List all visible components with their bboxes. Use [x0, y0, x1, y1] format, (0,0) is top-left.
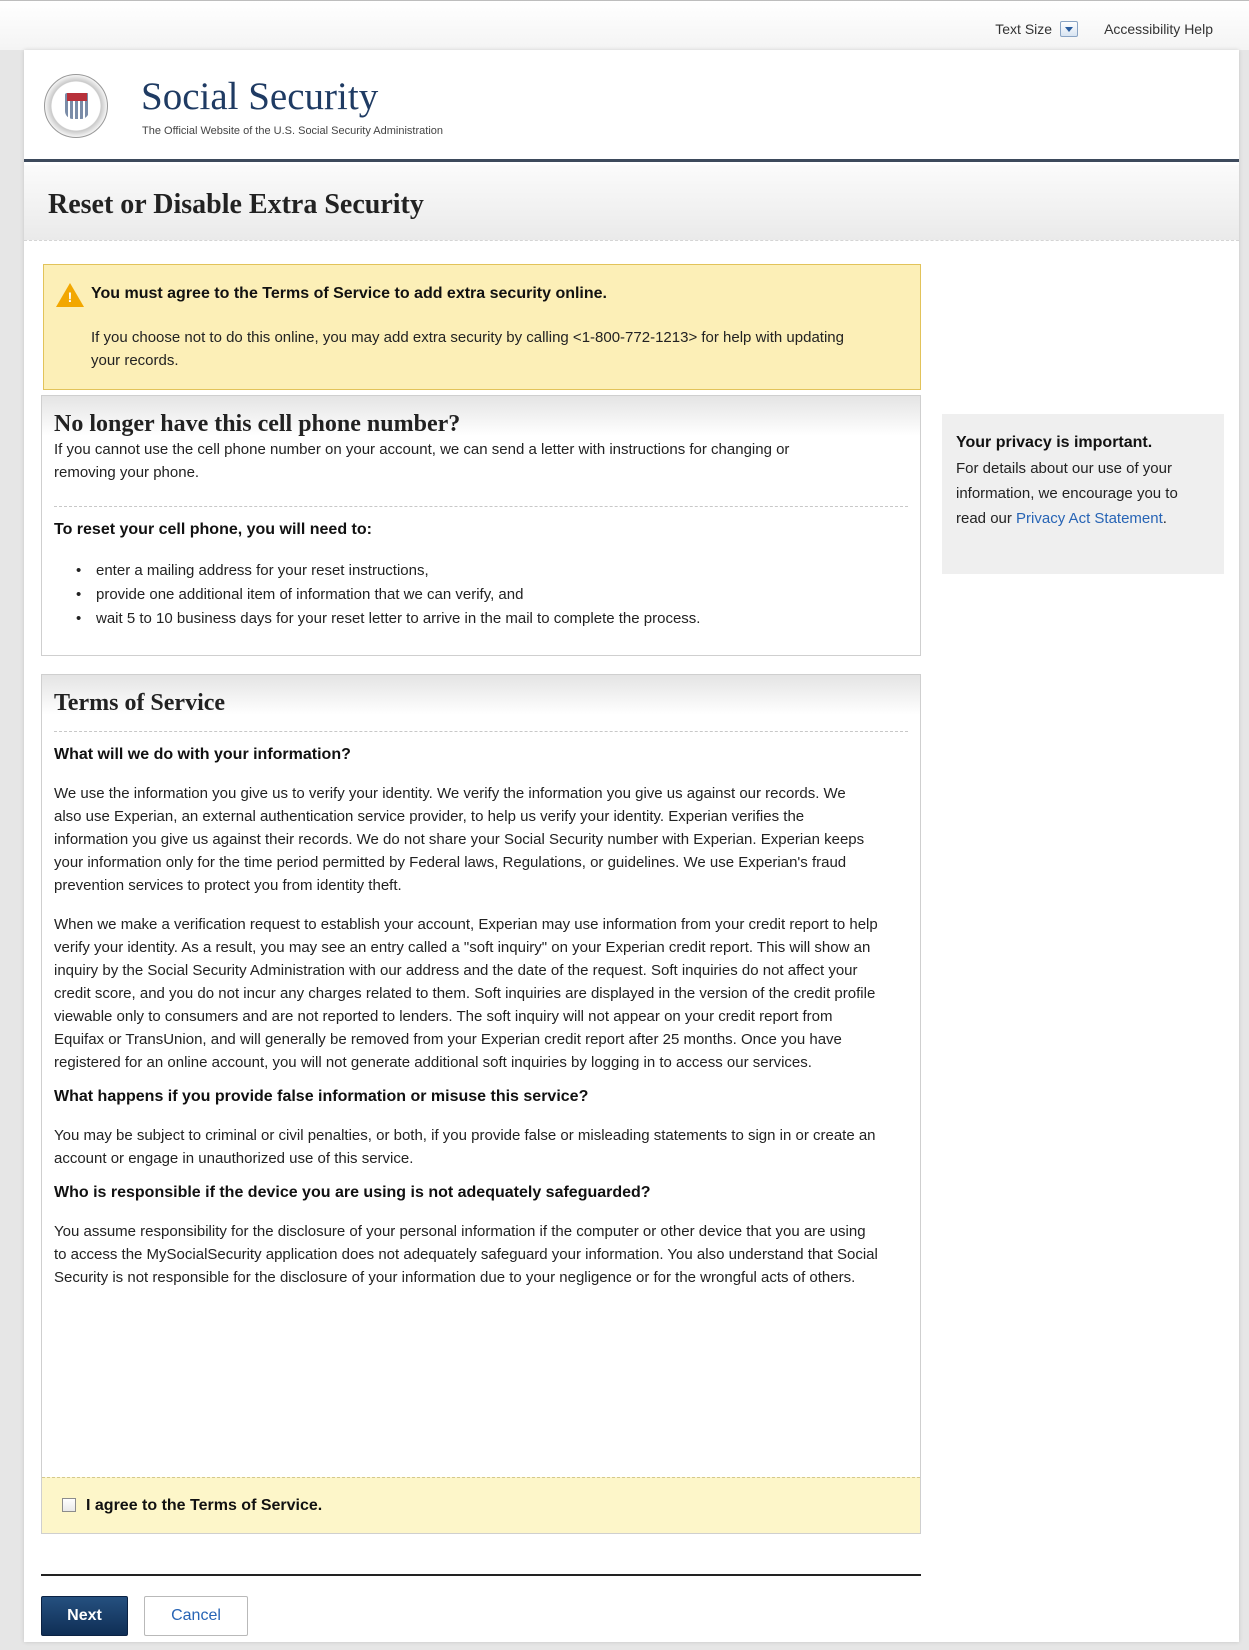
accessibility-help-link[interactable]: Accessibility Help [1104, 21, 1213, 37]
privacy-act-statement-link[interactable]: Privacy Act Statement [1016, 510, 1163, 527]
phone-reset-panel: No longer have this cell phone number? I… [41, 395, 921, 656]
phone-panel-intro: If you cannot use the cell phone number … [54, 441, 790, 481]
cancel-button[interactable]: Cancel [144, 1596, 248, 1636]
privacy-text: For details about our use of your inform… [956, 456, 1210, 531]
terms-paragraph-1: We use the information you give us to ve… [54, 785, 865, 894]
terms-body: What will we do with your information? W… [42, 732, 920, 1289]
page-container: Social Security The Official Website of … [24, 50, 1239, 1642]
phone-panel-subheading: To reset your cell phone, you will need … [54, 521, 372, 538]
phone-panel-heading: No longer have this cell phone number? [54, 411, 461, 437]
next-button[interactable]: Next [41, 1596, 128, 1636]
agree-checkbox-label[interactable]: I agree to the Terms of Service. [86, 1497, 322, 1515]
utility-links: Text Size Accessibility Help [995, 21, 1213, 37]
site-title[interactable]: Social Security [141, 74, 378, 119]
page-title: Reset or Disable Extra Security [48, 189, 424, 220]
terms-question-1: What will we do with your information? [54, 746, 351, 763]
terms-paragraph-2: When we make a verification request to e… [54, 916, 878, 1071]
list-item: wait 5 to 10 business days for your rese… [76, 607, 908, 631]
privacy-sidebar: Your privacy is important. For details a… [942, 414, 1224, 574]
agree-checkbox[interactable] [62, 1498, 76, 1512]
site-header: Social Security The Official Website of … [24, 50, 1239, 162]
page-title-bar: Reset or Disable Extra Security [24, 165, 1239, 241]
alert-title: You must agree to the Terms of Service t… [91, 285, 607, 302]
terms-paragraph-3: You may be subject to criminal or civil … [54, 1127, 876, 1167]
list-item: enter a mailing address for your reset i… [76, 559, 908, 583]
terms-question-2: What happens if you provide false inform… [54, 1088, 589, 1105]
site-subtitle: The Official Website of the U.S. Social … [142, 125, 444, 137]
privacy-heading: Your privacy is important. [956, 434, 1153, 451]
agree-section: I agree to the Terms of Service. [42, 1477, 920, 1533]
terms-panel: Terms of Service What will we do with yo… [41, 674, 921, 1534]
list-item: provide one additional item of informati… [76, 583, 908, 607]
alert-body: If you choose not to do this online, you… [91, 329, 844, 369]
privacy-suffix: . [1162, 510, 1167, 527]
ssa-seal-logo[interactable] [44, 74, 108, 138]
terms-heading: Terms of Service [54, 690, 226, 716]
terms-warning-alert: ! You must agree to the Terms of Service… [43, 264, 921, 390]
chevron-down-icon[interactable] [1060, 21, 1079, 37]
text-size-label[interactable]: Text Size [995, 21, 1052, 37]
warning-icon-mark: ! [67, 289, 73, 305]
top-utility-bar: Text Size Accessibility Help [0, 0, 1249, 50]
terms-question-3: Who is responsible if the device you are… [54, 1184, 651, 1201]
phone-panel-body: To reset your cell phone, you will need … [42, 507, 920, 631]
form-actions-divider [41, 1574, 921, 1576]
terms-paragraph-4: You assume responsibility for the disclo… [54, 1223, 878, 1286]
phone-panel-header: No longer have this cell phone number? I… [42, 396, 920, 506]
requirements-list: enter a mailing address for your reset i… [54, 559, 908, 631]
terms-panel-header: Terms of Service [42, 675, 920, 731]
